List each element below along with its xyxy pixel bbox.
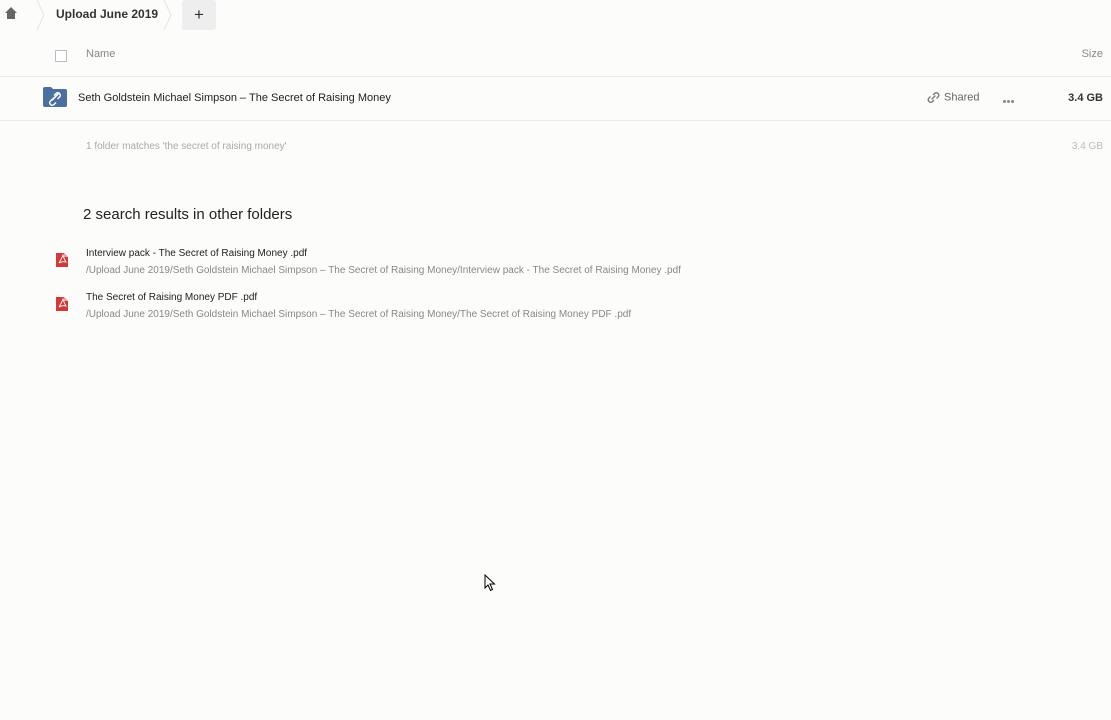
table-row[interactable]: Seth Goldstein Michael Simpson – The Sec… xyxy=(0,77,1111,121)
breadcrumb-separator-icon xyxy=(163,0,172,30)
link-icon xyxy=(927,92,940,103)
search-result-item[interactable]: The Secret of Raising Money PDF .pdf /Up… xyxy=(0,292,1111,332)
other-folders-heading: 2 search results in other folders xyxy=(83,206,293,223)
new-button[interactable]: + xyxy=(182,0,216,30)
breadcrumb: Upload June 2019 + xyxy=(0,0,1111,30)
search-result-name[interactable]: Interview pack - The Secret of Raising M… xyxy=(86,248,307,259)
summary-size: 3.4 GB xyxy=(1071,141,1103,152)
shared-folder-icon xyxy=(43,87,67,107)
column-header-name[interactable]: Name xyxy=(86,48,115,60)
select-all-checkbox[interactable] xyxy=(55,50,67,62)
search-result-item[interactable]: Interview pack - The Secret of Raising M… xyxy=(0,248,1111,288)
file-list-header: Name Size xyxy=(0,40,1111,77)
column-header-size[interactable]: Size xyxy=(1082,48,1103,60)
more-actions-icon[interactable] xyxy=(1003,90,1021,104)
folder-match-summary: 1 folder matches 'the secret of raising … xyxy=(86,141,287,152)
breadcrumb-separator-icon xyxy=(36,0,45,30)
file-size: 3.4 GB xyxy=(1068,92,1103,104)
search-result-name[interactable]: The Secret of Raising Money PDF .pdf xyxy=(86,292,257,303)
search-result-path: /Upload June 2019/Seth Goldstein Michael… xyxy=(86,265,681,276)
search-result-path: /Upload June 2019/Seth Goldstein Michael… xyxy=(86,309,632,320)
file-name[interactable]: Seth Goldstein Michael Simpson – The Sec… xyxy=(78,92,391,104)
mouse-cursor-icon xyxy=(484,574,496,592)
shared-label: Shared xyxy=(944,91,980,104)
pdf-icon xyxy=(56,253,68,267)
share-button[interactable]: Shared xyxy=(927,91,979,104)
pdf-icon xyxy=(56,297,68,311)
home-icon[interactable] xyxy=(4,6,18,20)
breadcrumb-item-current[interactable]: Upload June 2019 xyxy=(56,7,158,21)
